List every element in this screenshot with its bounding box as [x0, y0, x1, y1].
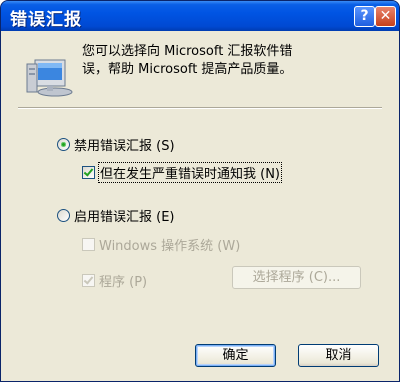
- dialog-body: 您可以选择向 Microsoft 汇报软件错 误，帮助 Microsoft 提高…: [4, 31, 396, 380]
- ok-button[interactable]: 确定: [195, 344, 276, 367]
- radio-selected[interactable]: [57, 138, 70, 151]
- programs-label: 程序 (P): [99, 275, 148, 290]
- disable-reporting-radio[interactable]: 禁用错误汇报 (S): [57, 135, 175, 154]
- choose-programs-button[interactable]: 选择程序 (C)...: [232, 266, 361, 289]
- error-reporting-dialog: 错误汇报 ? ✕ 您可以选择向 Microsoft 汇报软件错 误，帮助 Mic…: [0, 0, 400, 382]
- cancel-button[interactable]: 取消: [298, 344, 379, 367]
- enable-reporting-radio[interactable]: 启用错误汇报 (E): [57, 206, 175, 225]
- enable-reporting-label: 启用错误汇报 (E): [74, 210, 175, 225]
- window-title: 错误汇报: [10, 10, 82, 30]
- disable-reporting-label: 禁用错误汇报 (S): [74, 139, 175, 154]
- windows-os-checkbox[interactable]: Windows 操作系统 (W): [82, 235, 240, 254]
- checkbox-disabled-checked[interactable]: [82, 274, 95, 287]
- windows-os-label: Windows 操作系统 (W): [99, 239, 241, 254]
- description-line-1: 您可以选择向 Microsoft 汇报软件错: [82, 44, 293, 59]
- description-line-2: 误，帮助 Microsoft 提高产品质量。: [82, 62, 293, 77]
- computer-icon: [26, 59, 73, 97]
- checkbox-checked[interactable]: [82, 166, 95, 179]
- checkbox-disabled[interactable]: [82, 238, 95, 251]
- notify-critical-checkbox[interactable]: 但在发生严重错误时通知我 (N): [82, 162, 283, 183]
- title-bar[interactable]: 错误汇报 ? ✕: [1, 1, 399, 31]
- close-button[interactable]: ✕: [375, 6, 396, 27]
- description-text: 您可以选择向 Microsoft 汇报软件错 误，帮助 Microsoft 提高…: [82, 43, 392, 79]
- programs-checkbox[interactable]: 程序 (P): [82, 271, 147, 290]
- notify-critical-label: 但在发生严重错误时通知我 (N): [97, 162, 283, 183]
- separator: [18, 107, 382, 109]
- help-button[interactable]: ?: [354, 6, 375, 27]
- radio-unselected[interactable]: [57, 209, 70, 222]
